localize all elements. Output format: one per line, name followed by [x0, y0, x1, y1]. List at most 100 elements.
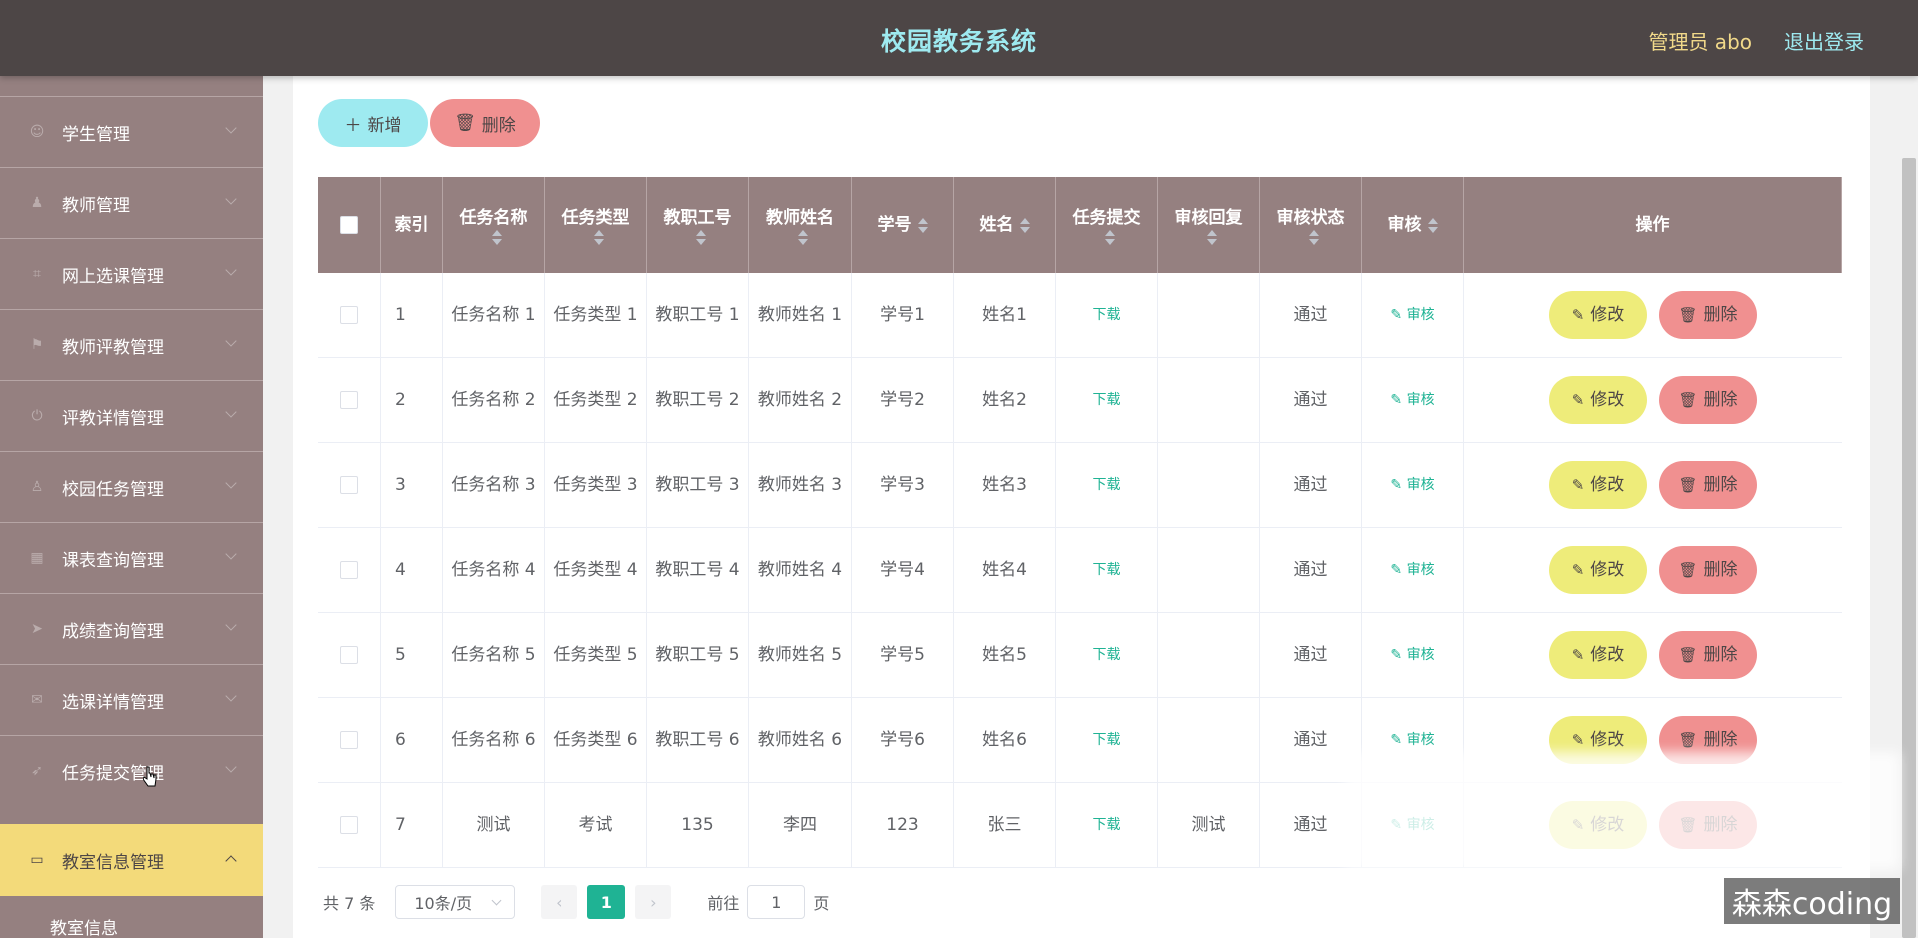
- edit-button[interactable]: ✎ 修改: [1549, 546, 1647, 594]
- sidebar-item-classroom[interactable]: ▭ 教室信息管理: [0, 824, 263, 896]
- sort-icon[interactable]: [1308, 229, 1319, 245]
- col-teacher-name[interactable]: 教师姓名: [749, 177, 852, 273]
- edit-label: 修改: [1590, 560, 1625, 580]
- audit-link[interactable]: ✎ 审核: [1390, 388, 1434, 412]
- sidebar-item-7[interactable]: ➤ 成绩查询管理: [0, 593, 263, 664]
- col-teacher-id[interactable]: 教职工号: [647, 177, 749, 273]
- chevron-down-icon: [225, 335, 237, 347]
- sort-icon[interactable]: [1104, 229, 1115, 245]
- sidebar-item-4[interactable]: ⏻ 评教详情管理: [0, 380, 263, 451]
- download-link[interactable]: 下载: [1093, 388, 1121, 412]
- grid-icon: ▦: [30, 550, 44, 566]
- delete-button[interactable]: 🗑 删除: [1659, 546, 1757, 594]
- chevron-down-icon: [491, 895, 502, 906]
- sidebar-item-1[interactable]: ♟ 教师管理: [0, 167, 263, 238]
- page-size-select[interactable]: 10条/页: [395, 885, 516, 919]
- sidebar-item-2[interactable]: ⌗ 网上选课管理: [0, 238, 263, 309]
- row-checkbox[interactable]: [340, 476, 358, 494]
- row-checkbox[interactable]: [340, 816, 358, 834]
- col-task-type[interactable]: 任务类型: [545, 177, 647, 273]
- edit-button[interactable]: ✎ 修改: [1549, 461, 1647, 509]
- sort-icon[interactable]: [1427, 217, 1438, 233]
- total-count: 共 7 条: [323, 894, 376, 913]
- delete-button[interactable]: 🗑 删除: [1659, 291, 1757, 339]
- sort-icon[interactable]: [695, 229, 706, 245]
- cell-teacher-name: 教师姓名 3: [749, 443, 852, 527]
- sort-icon[interactable]: [593, 229, 604, 245]
- row-checkbox[interactable]: [340, 306, 358, 324]
- col-review[interactable]: 审核: [1362, 177, 1464, 273]
- col-task-name[interactable]: 任务名称: [443, 177, 545, 273]
- sort-icon[interactable]: [1206, 229, 1217, 245]
- select-all-checkbox[interactable]: [340, 216, 358, 234]
- table-row: 3 任务名称 3 任务类型 3 教职工号 3 教师姓名 3 学号3 姓名3 下载…: [318, 443, 1842, 528]
- delete-button[interactable]: 🗑 删除: [1659, 376, 1757, 424]
- edit-button[interactable]: ✎ 修改: [1549, 376, 1647, 424]
- sidebar-item-label: 校园任务管理: [62, 479, 164, 500]
- delete-button[interactable]: 🗑 删除: [1659, 461, 1757, 509]
- sort-icon[interactable]: [491, 229, 502, 245]
- col-review-label: 审核: [1387, 215, 1422, 235]
- cell-task-type: 任务类型 4: [545, 528, 647, 612]
- trash-icon: 🗑: [454, 113, 476, 133]
- row-checkbox[interactable]: [340, 561, 358, 579]
- bulk-delete-button[interactable]: 🗑 删除: [430, 99, 540, 147]
- sort-icon[interactable]: [1019, 217, 1030, 233]
- scrollbar-thumb[interactable]: [1902, 158, 1916, 938]
- plus-icon: ＋: [344, 115, 362, 136]
- audit-link[interactable]: ✎ 审核: [1390, 558, 1434, 582]
- delete-button[interactable]: 🗑 删除: [1659, 631, 1757, 679]
- sidebar-item-6[interactable]: ▦ 课表查询管理: [0, 522, 263, 593]
- cell-review-reply: [1158, 698, 1260, 782]
- page-number-current[interactable]: 1: [587, 885, 626, 919]
- trash-icon: 🗑: [1678, 731, 1698, 749]
- audit-link[interactable]: ✎ 审核: [1390, 473, 1434, 497]
- row-select-cell: [318, 783, 381, 867]
- sort-icon[interactable]: [917, 217, 928, 233]
- delete-label: 删除: [1703, 475, 1738, 495]
- delete-label: 删除: [481, 115, 516, 136]
- sidebar-item-9[interactable]: ➶ 任务提交管理: [0, 735, 263, 806]
- sidebar-item-8[interactable]: ✉ 选课详情管理: [0, 664, 263, 735]
- download-link[interactable]: 下载: [1093, 643, 1121, 667]
- cell-teacher-name: 教师姓名 5: [749, 613, 852, 697]
- row-select-cell: [318, 528, 381, 612]
- download-link[interactable]: 下载: [1093, 728, 1121, 752]
- cell-task-type: 任务类型 5: [545, 613, 647, 697]
- submenu-classroom-info[interactable]: 教室信息: [0, 896, 263, 938]
- row-checkbox[interactable]: [340, 646, 358, 664]
- cell-index: 2: [381, 358, 443, 442]
- col-student-id[interactable]: 学号: [852, 177, 954, 273]
- cell-review: ✎ 审核: [1362, 273, 1464, 357]
- col-submission[interactable]: 任务提交: [1056, 177, 1158, 273]
- sidebar-item-3[interactable]: ⚑ 教师评教管理: [0, 309, 263, 380]
- edit-button[interactable]: ✎ 修改: [1549, 631, 1647, 679]
- goto-page-input[interactable]: 1: [747, 885, 806, 919]
- prev-page-button[interactable]: ‹: [541, 885, 578, 919]
- audit-link[interactable]: ✎ 审核: [1390, 643, 1434, 667]
- edit-button[interactable]: ✎ 修改: [1549, 291, 1647, 339]
- col-review-reply[interactable]: 审核回复: [1158, 177, 1260, 273]
- download-link[interactable]: 下载: [1093, 303, 1121, 327]
- sidebar-item-label: 课表查询管理: [62, 550, 164, 571]
- next-page-button[interactable]: ›: [635, 885, 672, 919]
- add-button[interactable]: ＋ 新增: [318, 99, 428, 147]
- select-all-cell: [318, 177, 381, 273]
- col-student-name[interactable]: 姓名: [954, 177, 1056, 273]
- download-link[interactable]: 下载: [1093, 558, 1121, 582]
- audit-link[interactable]: ✎ 审核: [1390, 303, 1434, 327]
- sidebar-item-5[interactable]: ♙ 校园任务管理: [0, 451, 263, 522]
- sort-icon[interactable]: [798, 229, 808, 245]
- logout-link[interactable]: 退出登录: [1784, 26, 1864, 55]
- row-checkbox[interactable]: [340, 731, 358, 749]
- cell-review-reply: [1158, 613, 1260, 697]
- row-checkbox[interactable]: [340, 391, 358, 409]
- download-link[interactable]: 下载: [1093, 813, 1121, 837]
- cell-teacher-name: 教师姓名 6: [749, 698, 852, 782]
- watermark: 森森coding: [1724, 878, 1900, 924]
- col-review-status[interactable]: 审核状态: [1260, 177, 1362, 273]
- download-link[interactable]: 下载: [1093, 473, 1121, 497]
- audit-link[interactable]: ✎ 审核: [1390, 728, 1434, 752]
- sidebar-item-0[interactable]: ☺ 学生管理: [0, 96, 263, 167]
- cell-review-status: 通过: [1260, 443, 1362, 527]
